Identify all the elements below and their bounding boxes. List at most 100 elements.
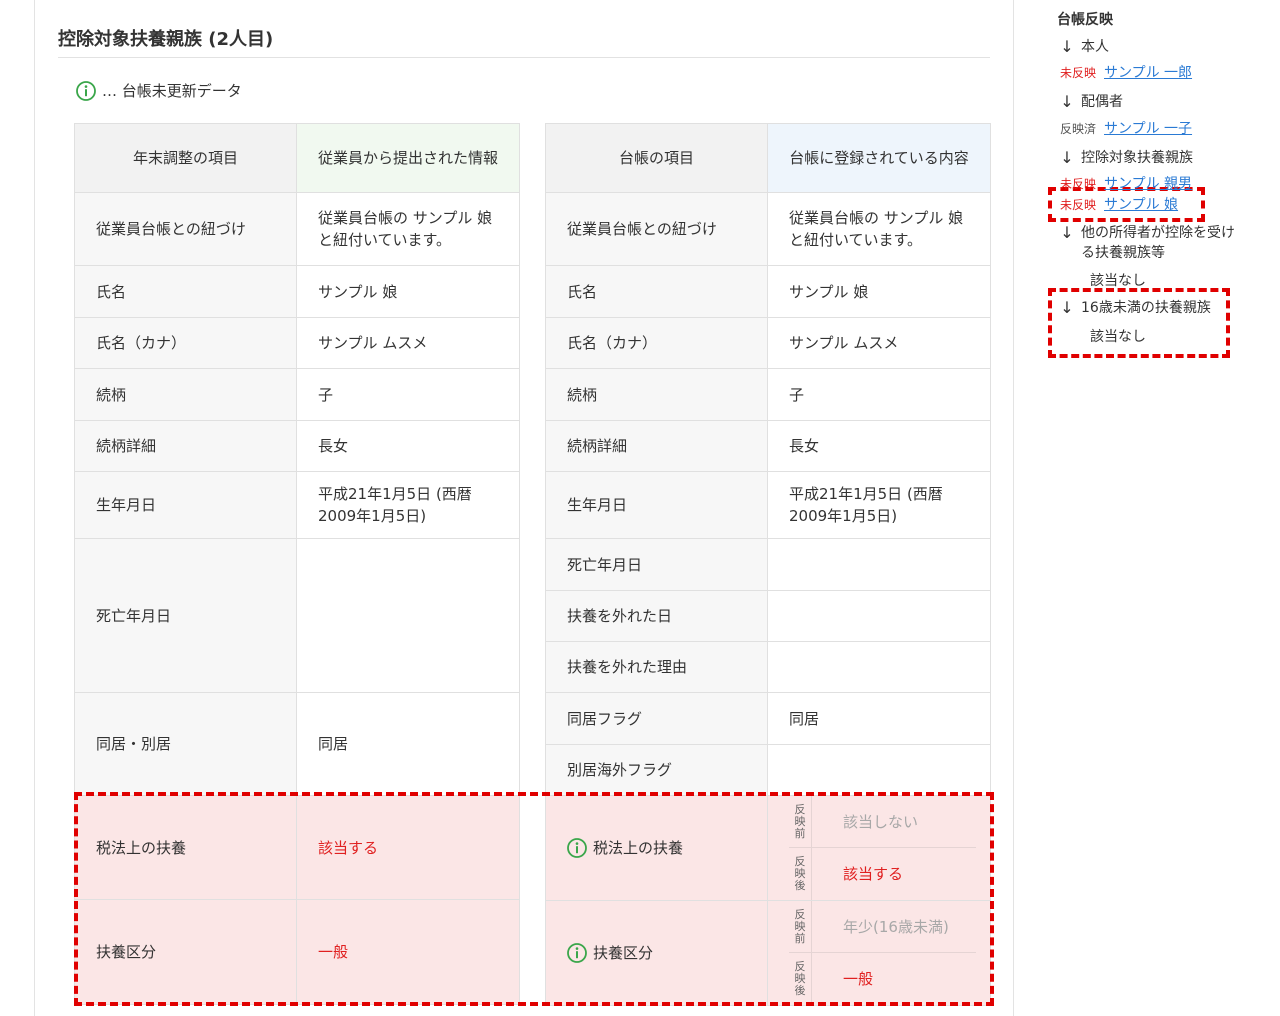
table-row: 続柄 子 — [545, 368, 991, 421]
before-value: 該当しない — [843, 812, 919, 831]
info-icon — [567, 943, 587, 963]
info-icon — [567, 838, 587, 858]
table-row-highlighted: 税法上の扶養 反映前 該当しない 反映後 該当する — [545, 795, 991, 901]
table-row: 氏名（カナ） サンプル ムスメ — [545, 317, 991, 369]
column-header-item: 年末調整の項目 — [74, 123, 297, 193]
arrow-down-icon: ↓ — [1060, 92, 1074, 111]
legend: … 台帳未更新データ — [76, 80, 242, 101]
sidebar-section-dependents: ↓ 控除対象扶養親族 — [1060, 148, 1193, 167]
submitted-info-table: 年末調整の項目 従業員から提出された情報 従業員台帳との紐づけ 従業員台帳の サ… — [74, 123, 520, 1005]
table-row: 生年月日 平成21年1月5日 (西暦2009年1月5日) — [74, 471, 520, 539]
row-label: 税法上の扶養 — [74, 795, 297, 900]
before-after-cell: 反映前 該当しない 反映後 該当する — [767, 795, 991, 901]
table-row-highlighted: 扶養区分 反映前 年少(16歳未満) 反映後 一般 — [545, 900, 991, 1006]
row-value: 同居 — [296, 692, 520, 796]
sidebar-entry: 未反映 サンプル 一郎 — [1060, 62, 1192, 82]
row-value: 子 — [767, 368, 991, 421]
table-row: 続柄 子 — [74, 368, 520, 421]
arrow-down-icon: ↓ — [1060, 298, 1074, 317]
row-label: 同居・別居 — [74, 692, 297, 796]
table-row: 同居フラグ 同居 — [545, 692, 991, 745]
row-label: 死亡年月日 — [545, 538, 768, 591]
sidebar-none-text: 該当なし — [1090, 329, 1146, 345]
row-label: 従業員台帳との紐づけ — [545, 192, 768, 266]
row-value: 長女 — [296, 420, 520, 472]
before-value: 年少(16歳未満) — [843, 917, 949, 936]
row-label: 同居フラグ — [545, 692, 768, 745]
row-label: 生年月日 — [74, 471, 297, 539]
sidebar-entry: 反映済 サンプル 一子 — [1060, 118, 1192, 138]
table-row-highlighted: 扶養区分 一般 — [74, 899, 520, 1005]
row-label: 氏名 — [545, 265, 768, 318]
status-label: 未反映 — [1060, 65, 1097, 80]
row-label-cell: 税法上の扶養 — [545, 795, 768, 901]
table-row: 従業員台帳との紐づけ 従業員台帳の サンプル 娘 と紐付いています。 — [74, 192, 520, 266]
table-row: 氏名（カナ） サンプル ムスメ — [74, 317, 520, 369]
row-value: 同居 — [767, 692, 991, 745]
sidebar-link-dependent-1[interactable]: サンプル 親男 — [1104, 173, 1192, 193]
before-after-cell: 反映前 年少(16歳未満) 反映後 一般 — [767, 900, 991, 1006]
before-tag: 反映前 — [789, 796, 812, 847]
arrow-down-icon: ↓ — [1060, 37, 1074, 56]
row-label: 扶養を外れた理由 — [545, 641, 768, 693]
row-value — [767, 641, 991, 693]
table-row: 続柄詳細 長女 — [74, 420, 520, 472]
sidebar-section-other-income: ↓ 他の所得者が控除を受け る扶養親族等 — [1060, 223, 1235, 261]
after-value: 該当する — [843, 865, 904, 883]
title-divider — [58, 57, 990, 58]
row-label: 氏名（カナ） — [545, 317, 768, 369]
sidebar-link-dependent-2[interactable]: サンプル 娘 — [1104, 194, 1178, 214]
row-label: 扶養を外れた日 — [545, 590, 768, 642]
row-value: 従業員台帳の サンプル 娘 と紐付いています。 — [767, 192, 991, 266]
table-row: 別居海外フラグ — [545, 744, 991, 796]
row-label-cell: 扶養区分 — [545, 900, 768, 1006]
info-icon — [76, 80, 96, 101]
row-label: 別居海外フラグ — [545, 744, 768, 796]
row-value: サンプル 娘 — [296, 265, 520, 318]
row-label: 続柄 — [545, 368, 768, 421]
row-label: 生年月日 — [545, 471, 768, 539]
row-label: 扶養区分 — [593, 944, 654, 962]
arrow-down-icon: ↓ — [1060, 148, 1074, 167]
table-row: 従業員台帳との紐づけ 従業員台帳の サンプル 娘 と紐付いています。 — [545, 192, 991, 266]
row-value: 子 — [296, 368, 520, 421]
sidebar-section-spouse: ↓ 配偶者 — [1060, 92, 1123, 111]
sidebar-section-self: ↓ 本人 — [1060, 37, 1109, 56]
status-label: 未反映 — [1060, 176, 1097, 191]
row-value — [296, 538, 520, 693]
row-label: 扶養区分 — [74, 899, 297, 1005]
sidebar-link-spouse[interactable]: サンプル 一子 — [1104, 118, 1192, 138]
row-value: 該当する — [296, 795, 520, 900]
sidebar-entry: 未反映 サンプル 親男 — [1060, 173, 1192, 193]
before-tag: 反映前 — [789, 901, 812, 952]
row-value — [767, 590, 991, 642]
row-value: サンプル 娘 — [767, 265, 991, 318]
after-tag: 反映後 — [789, 953, 812, 1005]
row-value: 長女 — [767, 420, 991, 472]
row-label: 従業員台帳との紐づけ — [74, 192, 297, 266]
table-row: 扶養を外れた理由 — [545, 641, 991, 693]
sidebar-link-self[interactable]: サンプル 一郎 — [1104, 62, 1192, 82]
row-label: 続柄詳細 — [545, 420, 768, 472]
table-row: 氏名 サンプル 娘 — [74, 265, 520, 318]
arrow-down-icon: ↓ — [1060, 223, 1074, 242]
table-row: 続柄詳細 長女 — [545, 420, 991, 472]
sidebar-title: 台帳反映 — [1057, 12, 1113, 28]
row-value: サンプル ムスメ — [296, 317, 520, 369]
table-row-highlighted: 税法上の扶養 該当する — [74, 795, 520, 900]
table-row: 死亡年月日 — [74, 538, 520, 693]
row-value: サンプル ムスメ — [767, 317, 991, 369]
row-value: 平成21年1月5日 (西暦2009年1月5日) — [767, 471, 991, 539]
row-label: 税法上の扶養 — [593, 839, 684, 857]
row-label: 氏名 — [74, 265, 297, 318]
ledger-info-table: 台帳の項目 台帳に登録されている内容 従業員台帳との紐づけ 従業員台帳の サンプ… — [545, 123, 991, 1006]
column-header-submitted: 従業員から提出された情報 — [296, 123, 520, 193]
status-label: 未反映 — [1060, 197, 1097, 212]
sidebar-entry: 未反映 サンプル 娘 — [1060, 194, 1178, 214]
table-row: 氏名 サンプル 娘 — [545, 265, 991, 318]
after-value: 一般 — [843, 970, 874, 988]
legend-text: … 台帳未更新データ — [102, 82, 242, 100]
row-value: 一般 — [296, 899, 520, 1005]
page-title: 控除対象扶養親族 (2人目) — [58, 29, 274, 50]
row-value — [767, 538, 991, 591]
